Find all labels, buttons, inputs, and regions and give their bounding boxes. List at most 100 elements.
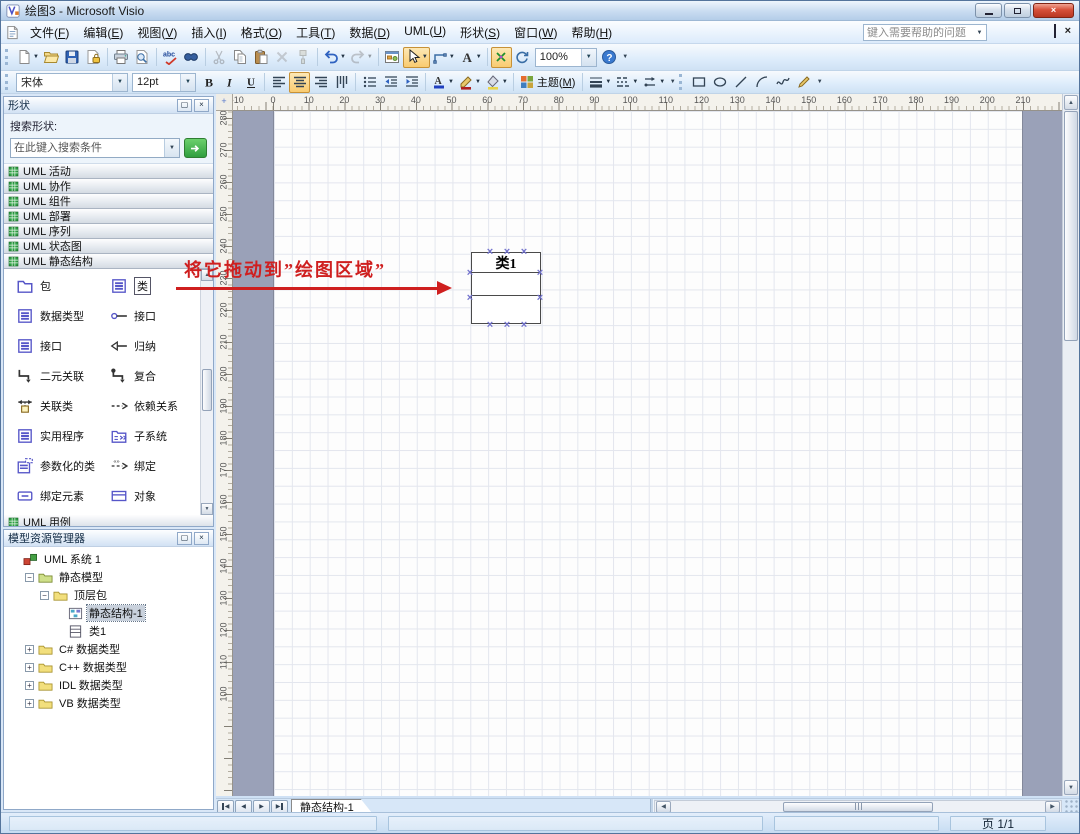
panel-maximize-button[interactable]: ▢ bbox=[177, 532, 192, 545]
selection-handle[interactable]: × bbox=[536, 294, 544, 302]
align-left-button[interactable] bbox=[268, 72, 289, 93]
scroll-down-icon[interactable]: ▼ bbox=[201, 503, 213, 515]
italic-button[interactable]: I bbox=[219, 72, 240, 93]
expand-icon[interactable]: + bbox=[25, 699, 34, 708]
line-color-button[interactable]: ▼ bbox=[456, 72, 483, 93]
stencil-tab[interactable]: UML 协作 bbox=[4, 179, 213, 194]
stencil-tab[interactable]: UML 活动 bbox=[4, 164, 213, 179]
expand-icon[interactable]: + bbox=[25, 681, 34, 690]
draw-pencil-button[interactable] bbox=[793, 72, 814, 93]
vertical-text-button[interactable] bbox=[331, 72, 352, 93]
shape-master[interactable]: 关联类 bbox=[10, 391, 104, 421]
open-folder-button[interactable] bbox=[41, 47, 62, 68]
help-search-input[interactable] bbox=[864, 27, 973, 39]
selection-handle[interactable]: × bbox=[520, 248, 528, 256]
shapes-scrollbar[interactable]: ▲ ▼ bbox=[200, 269, 213, 515]
drawing-explorer-button[interactable] bbox=[382, 47, 403, 68]
toolbar-options-button[interactable]: ▼ bbox=[814, 72, 825, 93]
scroll-up-icon[interactable]: ▲ bbox=[201, 269, 213, 281]
new-document-button[interactable]: ▼ bbox=[14, 47, 41, 68]
shape-master[interactable]: 归纳 bbox=[104, 331, 198, 361]
shape-master[interactable]: 绑定元素 bbox=[10, 481, 104, 511]
shape-master[interactable]: 数据类型 bbox=[10, 301, 104, 331]
tree-item[interactable]: UML 系统 1 bbox=[6, 550, 211, 568]
close-button[interactable]: × bbox=[1033, 3, 1074, 18]
rotation-tool-button[interactable] bbox=[512, 47, 533, 68]
tree-item[interactable]: −静态模型 bbox=[6, 568, 211, 586]
menu-item[interactable]: 帮助(H) bbox=[564, 21, 619, 44]
paste-button[interactable] bbox=[251, 47, 272, 68]
toolbar-grip[interactable] bbox=[5, 49, 10, 65]
menu-item[interactable]: 形状(S) bbox=[453, 21, 507, 44]
bullets-button[interactable] bbox=[359, 72, 380, 93]
tree-item[interactable]: +C++ 数据类型 bbox=[6, 658, 211, 676]
stencil-tab[interactable]: UML 组件 bbox=[4, 194, 213, 209]
selection-handle[interactable]: × bbox=[486, 321, 494, 329]
scrollbar-thumb[interactable] bbox=[783, 802, 933, 812]
menu-item[interactable]: 格式(O) bbox=[234, 21, 289, 44]
stencil-tab[interactable]: UML 用例 bbox=[4, 515, 213, 527]
align-center-button[interactable] bbox=[289, 72, 310, 93]
menu-item[interactable]: 文件(F) bbox=[23, 21, 76, 44]
draw-arc-button[interactable] bbox=[751, 72, 772, 93]
save-button[interactable] bbox=[62, 47, 83, 68]
selection-handle[interactable]: × bbox=[466, 269, 474, 277]
shape-master[interactable]: 类 bbox=[104, 271, 198, 301]
shape-master[interactable]: 接口 bbox=[104, 301, 198, 331]
tree-item[interactable]: 静态结构-1 bbox=[6, 604, 211, 622]
permission-button[interactable] bbox=[83, 47, 104, 68]
menu-item[interactable]: 工具(T) bbox=[289, 21, 342, 44]
toolbar-options-button[interactable]: ▼ bbox=[667, 72, 678, 93]
find-button[interactable] bbox=[181, 47, 202, 68]
font-name-combo[interactable]: 宋体 ▼ bbox=[16, 73, 128, 92]
tree-item[interactable]: +C# 数据类型 bbox=[6, 640, 211, 658]
print-button[interactable] bbox=[111, 47, 132, 68]
print-preview-button[interactable] bbox=[132, 47, 153, 68]
selection-handle[interactable]: × bbox=[520, 321, 528, 329]
draw-freeform-button[interactable] bbox=[772, 72, 793, 93]
toolbar-options-button[interactable]: ▼ bbox=[620, 47, 631, 68]
stencil-tab[interactable]: UML 部署 bbox=[4, 209, 213, 224]
scrollbar-thumb[interactable] bbox=[202, 369, 212, 411]
spelling-button[interactable]: abc bbox=[160, 47, 181, 68]
chevron-down-icon[interactable]: ▼ bbox=[164, 139, 179, 157]
line-pattern-button[interactable]: ▼ bbox=[613, 72, 640, 93]
scroll-right-icon[interactable]: ▶ bbox=[1045, 801, 1060, 813]
minimize-button[interactable] bbox=[975, 3, 1002, 18]
help-button[interactable]: ? bbox=[599, 47, 620, 68]
vertical-scrollbar[interactable]: ▲ ▼ bbox=[1062, 94, 1079, 796]
help-dropdown-icon[interactable]: ▼ bbox=[973, 30, 986, 36]
font-size-combo[interactable]: 12pt ▼ bbox=[132, 73, 196, 92]
stencil-tab[interactable]: UML 状态图 bbox=[4, 239, 213, 254]
undo-button[interactable]: ▼ bbox=[321, 47, 348, 68]
stencil-tab[interactable]: UML 静态结构 bbox=[4, 254, 213, 269]
selection-handle[interactable]: × bbox=[466, 294, 474, 302]
shape-master[interactable]: 对象 bbox=[104, 481, 198, 511]
panel-maximize-button[interactable]: ▢ bbox=[177, 99, 192, 112]
shape-search-input[interactable] bbox=[11, 139, 164, 157]
draw-rectangle-button[interactable] bbox=[688, 72, 709, 93]
connector-tool-button[interactable]: ▼ bbox=[430, 47, 457, 68]
panel-close-button[interactable]: × bbox=[194, 99, 209, 112]
toolbar-grip[interactable] bbox=[679, 74, 684, 90]
document-restore-button[interactable] bbox=[1054, 25, 1056, 37]
toolbar-grip[interactable] bbox=[5, 74, 10, 90]
increase-indent-button[interactable] bbox=[401, 72, 422, 93]
collapse-icon[interactable]: − bbox=[40, 591, 49, 600]
align-right-button[interactable] bbox=[310, 72, 331, 93]
zoom-combo[interactable]: 100% ▼ bbox=[535, 48, 597, 67]
selection-handle[interactable]: × bbox=[503, 248, 511, 256]
menu-item[interactable]: 编辑(E) bbox=[76, 21, 130, 44]
selection-handle[interactable]: × bbox=[486, 248, 494, 256]
fill-color-button[interactable]: ▼ bbox=[483, 72, 510, 93]
tree-item[interactable]: +IDL 数据类型 bbox=[6, 676, 211, 694]
text-tool-button[interactable]: A▼ bbox=[457, 47, 484, 68]
line-ends-button[interactable]: ▼ bbox=[640, 72, 667, 93]
shape-master[interactable]: 子系统 bbox=[104, 421, 198, 451]
shape-master[interactable]: 实用程序 bbox=[10, 421, 104, 451]
scroll-down-icon[interactable]: ▼ bbox=[1064, 780, 1078, 795]
tree-item[interactable]: −顶层包 bbox=[6, 586, 211, 604]
menu-item[interactable]: 视图(V) bbox=[130, 21, 184, 44]
shape-master[interactable]: 二元关联 bbox=[10, 361, 104, 391]
pointer-tool-button[interactable]: ▼ bbox=[403, 47, 430, 68]
